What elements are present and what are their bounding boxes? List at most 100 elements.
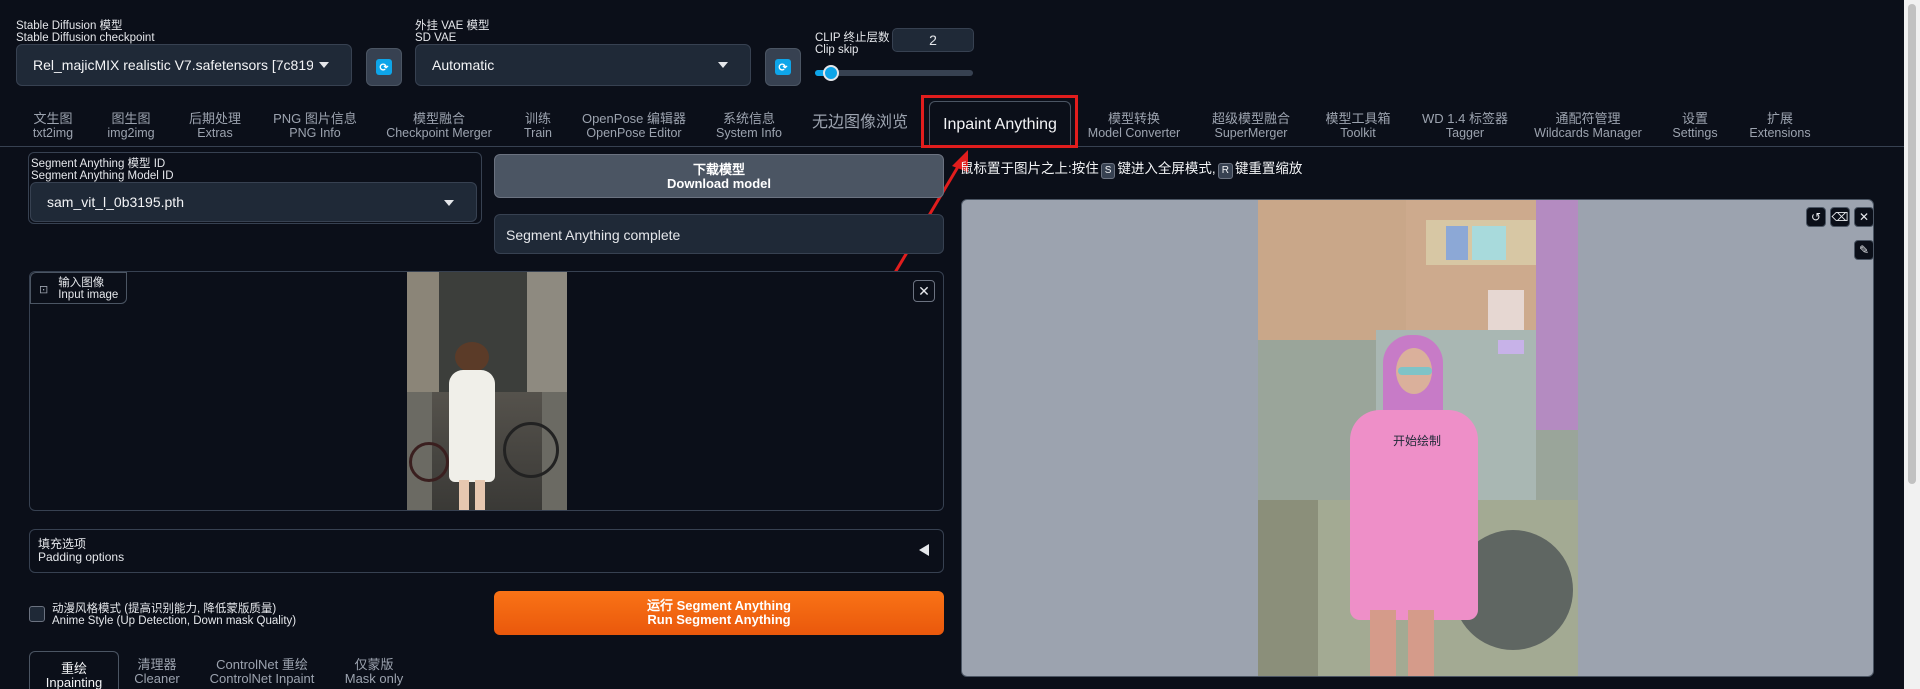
- tab-extensions[interactable]: 扩展 Extensions: [1744, 111, 1816, 141]
- input-image-label-en: Input image: [58, 289, 119, 301]
- tab-sublabel: Model Converter: [1087, 126, 1181, 140]
- tab-label: 无边图像浏览: [811, 114, 908, 131]
- scrollbar-thumb[interactable]: [1908, 4, 1916, 484]
- tab-openpose-editor[interactable]: OpenPose 编辑器 OpenPose Editor: [578, 112, 690, 141]
- tab-sublabel: Cleaner: [134, 671, 180, 686]
- undo-icon: ↺: [1810, 210, 1822, 224]
- tab-train[interactable]: 训练 Train: [512, 111, 564, 141]
- hint-text-post: 键重置缩放: [1234, 161, 1303, 176]
- refresh-vae-button[interactable]: ⟳: [765, 48, 801, 86]
- tab-label: 设置: [1681, 111, 1708, 126]
- input-image-label-zh: 输入图像: [58, 277, 105, 289]
- tab-inpainting[interactable]: 重绘 Inpainting: [29, 651, 119, 689]
- padding-options-accordion[interactable]: 填充选项 Padding options: [29, 529, 944, 573]
- seg-small-purple: [1498, 340, 1524, 354]
- page-scrollbar[interactable]: [1904, 0, 1920, 689]
- vae-label-zh: 外挂 VAE 模型: [415, 20, 490, 32]
- anime-label-zh: 动漫风格模式 (提高识别能力, 降低蒙版质量): [52, 603, 277, 615]
- tab-settings[interactable]: 设置 Settings: [1666, 111, 1724, 141]
- run-label-zh: 运行 Segment Anything: [647, 598, 791, 613]
- fullscreen-hint: 鼠标置于图片之上:按住 S 键进入全屏模式, R 键重置缩放: [960, 157, 1302, 179]
- tab-txt2img[interactable]: 文生图 txt2img: [20, 112, 86, 141]
- clip-skip-input[interactable]: 2: [892, 28, 974, 52]
- checkpoint-value: Rel_majicMIX realistic V7.safetensors [7…: [33, 57, 313, 73]
- tab-png-info[interactable]: PNG 图片信息 PNG Info: [266, 111, 364, 141]
- tab-model-converter[interactable]: 模型转换 Model Converter: [1086, 111, 1182, 141]
- checkpoint-dropdown[interactable]: Rel_majicMIX realistic V7.safetensors [7…: [16, 44, 352, 86]
- tab-sublabel: System Info: [716, 126, 782, 140]
- input-image-label: ⊡ 输入图像 Input image: [30, 272, 128, 304]
- tab-controlnet-inpaint[interactable]: ControlNet 重绘 ControlNet Inpaint: [200, 658, 324, 686]
- undo-button[interactable]: ↺: [1806, 207, 1826, 227]
- tab-sublabel: img2img: [107, 126, 155, 140]
- tab-supermerger[interactable]: 超级模型融合 SuperMerger: [1206, 111, 1296, 141]
- tab-tagger[interactable]: WD 1.4 标签器 Tagger: [1418, 111, 1512, 141]
- seg-pane-blue: [1446, 226, 1468, 260]
- anime-style-checkbox[interactable]: [29, 606, 45, 622]
- image-icon: ⊡: [39, 283, 49, 296]
- eraser-icon: ⌫: [1831, 210, 1849, 224]
- tab-sublabel: Extensions: [1749, 126, 1811, 140]
- tab-label: WD 1.4 标签器: [1422, 111, 1508, 126]
- input-photo: [407, 272, 567, 510]
- close-icon: ✕: [1858, 210, 1870, 224]
- vae-value: Automatic: [432, 57, 495, 73]
- sam-label-en: Segment Anything Model ID: [31, 170, 174, 182]
- tab-checkpoint-merger[interactable]: 模型融合 Checkpoint Merger: [380, 111, 498, 141]
- clear-image-button[interactable]: ✕: [913, 280, 935, 302]
- input-image-panel[interactable]: ⊡ 输入图像 Input image ✕: [29, 271, 944, 511]
- vae-label-en: SD VAE: [415, 32, 457, 44]
- tab-img2img[interactable]: 图生图 img2img: [98, 112, 164, 141]
- eraser-button[interactable]: ⌫: [1830, 207, 1850, 227]
- brush-button[interactable]: ✎: [1854, 240, 1874, 260]
- tab-toolkit[interactable]: 模型工具箱 Toolkit: [1318, 112, 1398, 141]
- tab-label: 系统信息: [722, 111, 775, 126]
- tab-label: PNG 图片信息: [273, 111, 357, 126]
- clip-skip-slider[interactable]: [815, 65, 973, 81]
- hint-key-r: R: [1217, 163, 1233, 179]
- run-label-en: Run Segment Anything: [647, 612, 791, 627]
- clip-label-en: Clip skip: [815, 44, 859, 56]
- tab-label: 仅蒙版: [354, 657, 394, 672]
- download-label-en: Download model: [667, 176, 771, 191]
- brush-icon: ✎: [1858, 243, 1870, 257]
- tab-label: 超级模型融合: [1211, 111, 1290, 126]
- refresh-icon: ⟳: [376, 59, 392, 75]
- anime-label-en: Anime Style (Up Detection, Down mask Qua…: [52, 615, 297, 627]
- tab-label: 通配符管理: [1555, 111, 1621, 126]
- tab-sublabel: Settings: [1672, 126, 1718, 140]
- tab-cleaner[interactable]: 清理器 Cleaner: [126, 658, 188, 686]
- tab-infinite-image-browsing[interactable]: 无边图像浏览: [808, 114, 912, 131]
- tab-label: 扩展: [1766, 111, 1793, 126]
- checkpoint-label-zh: Stable Diffusion 模型: [16, 20, 123, 32]
- tab-mask-only[interactable]: 仅蒙版 Mask only: [338, 658, 410, 686]
- tab-extras[interactable]: 后期处理 Extras: [180, 112, 250, 141]
- tab-label: 模型转换: [1107, 111, 1160, 126]
- tab-system-info[interactable]: 系统信息 System Info: [708, 111, 790, 141]
- seg-bike-left: [1258, 500, 1318, 676]
- tab-wildcards-manager[interactable]: 通配符管理 Wildcards Manager: [1532, 111, 1644, 141]
- refresh-checkpoint-button[interactable]: ⟳: [366, 48, 402, 86]
- canvas-start-drawing-text: 开始绘制: [1392, 434, 1441, 448]
- run-segment-anything-button[interactable]: 运行 Segment Anything Run Segment Anything: [494, 591, 944, 635]
- tab-sublabel: OpenPose Editor: [586, 126, 682, 140]
- tab-label: 训练: [524, 111, 551, 126]
- segmentation-canvas[interactable]: ↺ ⌫ ✕ ✎ 开始绘制: [961, 199, 1874, 677]
- clip-slider-handle[interactable]: [823, 65, 839, 81]
- tab-sublabel: Tagger: [1445, 126, 1485, 140]
- collapse-triangle-icon: [919, 544, 929, 556]
- seg-right-column: [1536, 200, 1578, 430]
- download-model-button[interactable]: 下载模型 Download model: [494, 154, 944, 198]
- tab-label: 模型融合: [412, 111, 465, 126]
- photo-leg-left: [459, 480, 469, 510]
- checkpoint-label-en: Stable Diffusion checkpoint: [16, 32, 155, 44]
- clear-canvas-button[interactable]: ✕: [1854, 207, 1874, 227]
- seg-leg-left: [1370, 610, 1396, 676]
- photo-bicycle-wheel: [503, 422, 559, 478]
- sam-label-zh: Segment Anything 模型 ID: [31, 158, 166, 170]
- sam-model-dropdown[interactable]: sam_vit_l_0b3195.pth: [30, 182, 477, 222]
- seg-pane-cyan: [1472, 226, 1506, 260]
- download-label-zh: 下载模型: [692, 162, 745, 177]
- vae-dropdown[interactable]: Automatic: [415, 44, 751, 86]
- seg-leg-right: [1408, 610, 1434, 676]
